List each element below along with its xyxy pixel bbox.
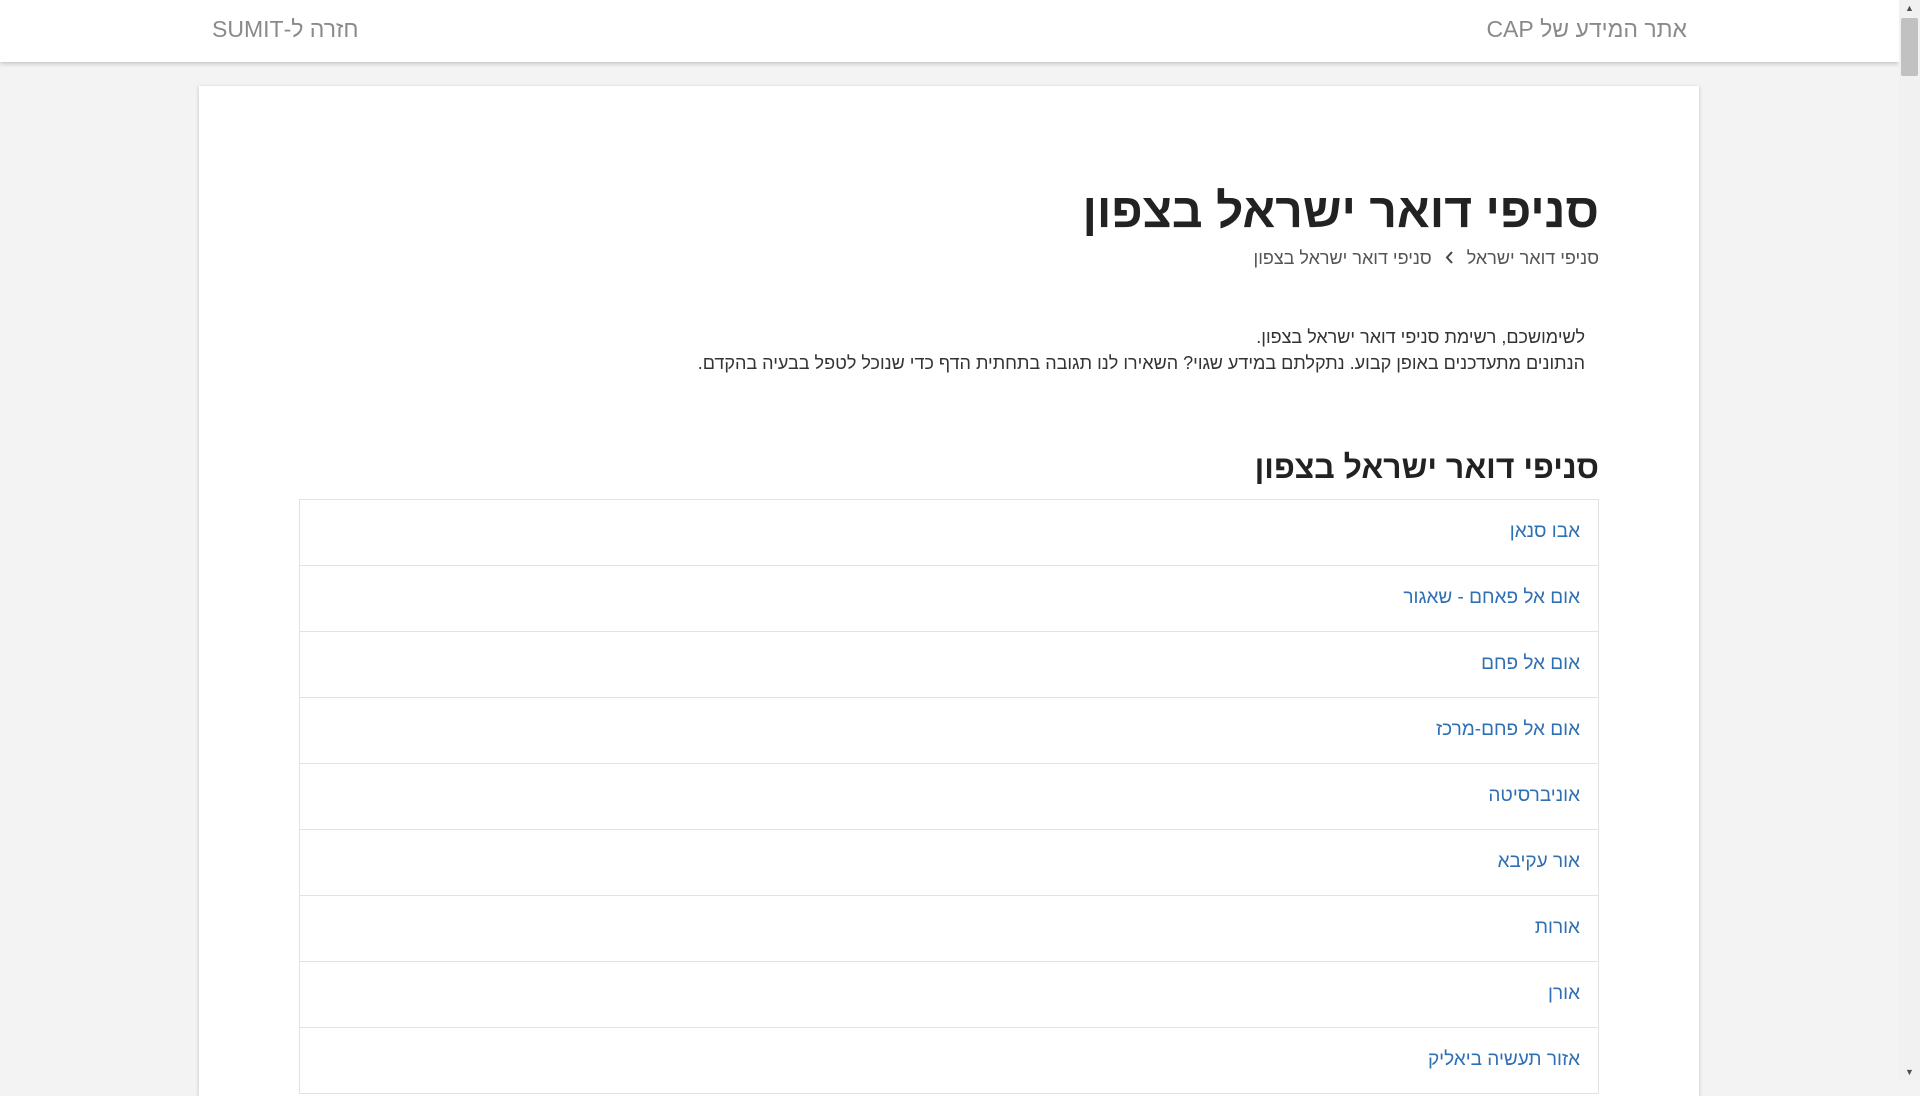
breadcrumb: סניפי דואר ישראל סניפי דואר ישראל בצפון [1254, 248, 1599, 269]
list-item: אום אל פחם [299, 632, 1599, 698]
scroll-down-arrow-icon[interactable]: ▼ [1899, 1064, 1920, 1080]
branch-link[interactable]: אום אל פאחם - שאגור [1403, 587, 1580, 609]
breadcrumb-parent-link[interactable]: סניפי דואר ישראל [1467, 248, 1599, 268]
content-card: סניפי דואר ישראל בצפון סניפי דואר ישראל … [199, 86, 1699, 1096]
branch-link[interactable]: אור עקיבא [1498, 851, 1580, 873]
branch-link[interactable]: אורות [1535, 917, 1580, 939]
list-item: אזור תעשיה ביאליק [299, 1028, 1599, 1094]
branch-link[interactable]: אבו סנאן [1510, 521, 1580, 543]
intro-line-2: הנתונים מתעדכנים באופן קבוע. נתקלתם במיד… [697, 353, 1585, 373]
branch-link[interactable]: אום אל פחם [1481, 653, 1580, 675]
list-item: אורן [299, 962, 1599, 1028]
list-item: אום אל פחם-מרכז [299, 698, 1599, 764]
scroll-up-arrow-icon[interactable]: ▲ [1899, 0, 1920, 16]
breadcrumb-current: סניפי דואר ישראל בצפון [1253, 248, 1432, 268]
branch-link[interactable]: אום אל פחם-מרכז [1436, 719, 1580, 741]
section-title: סניפי דואר ישראל בצפון [1254, 449, 1599, 485]
cap-info-site-link[interactable]: אתר המידע של CAP [1486, 16, 1687, 43]
page-title: סניפי דואר ישראל בצפון [1082, 185, 1599, 238]
branch-link[interactable]: אזור תעשיה ביאליק [1428, 1049, 1580, 1071]
branch-link[interactable]: אוניברסיטה [1488, 785, 1580, 807]
scrollbar-thumb[interactable] [1901, 18, 1918, 76]
list-item: אבו סנאן [299, 500, 1599, 566]
vertical-scrollbar[interactable]: ▲ ▼ [1899, 0, 1920, 1080]
list-item: אור עקיבא [299, 830, 1599, 896]
branch-list: אבו סנאן אום אל פאחם - שאגור אום אל פחם … [299, 499, 1599, 1094]
list-item: אוניברסיטה [299, 764, 1599, 830]
content-column: סניפי דואר ישראל בצפון סניפי דואר ישראל … [299, 86, 1599, 1096]
intro-text: לשימושכם, רשימת סניפי דואר ישראל בצפון. … [698, 324, 1585, 376]
list-item: אורות [299, 896, 1599, 962]
branch-link[interactable]: אורן [1548, 983, 1580, 1005]
top-navigation-bar: אתר המידע של CAP חזרה ל-SUMIT [0, 0, 1899, 62]
intro-line-1: לשימושכם, רשימת סניפי דואר ישראל בצפון. [1256, 327, 1585, 347]
list-item: אום אל פאחם - שאגור [299, 566, 1599, 632]
back-to-sumit-link[interactable]: חזרה ל-SUMIT [212, 16, 359, 43]
chevron-left-icon [1445, 248, 1454, 269]
